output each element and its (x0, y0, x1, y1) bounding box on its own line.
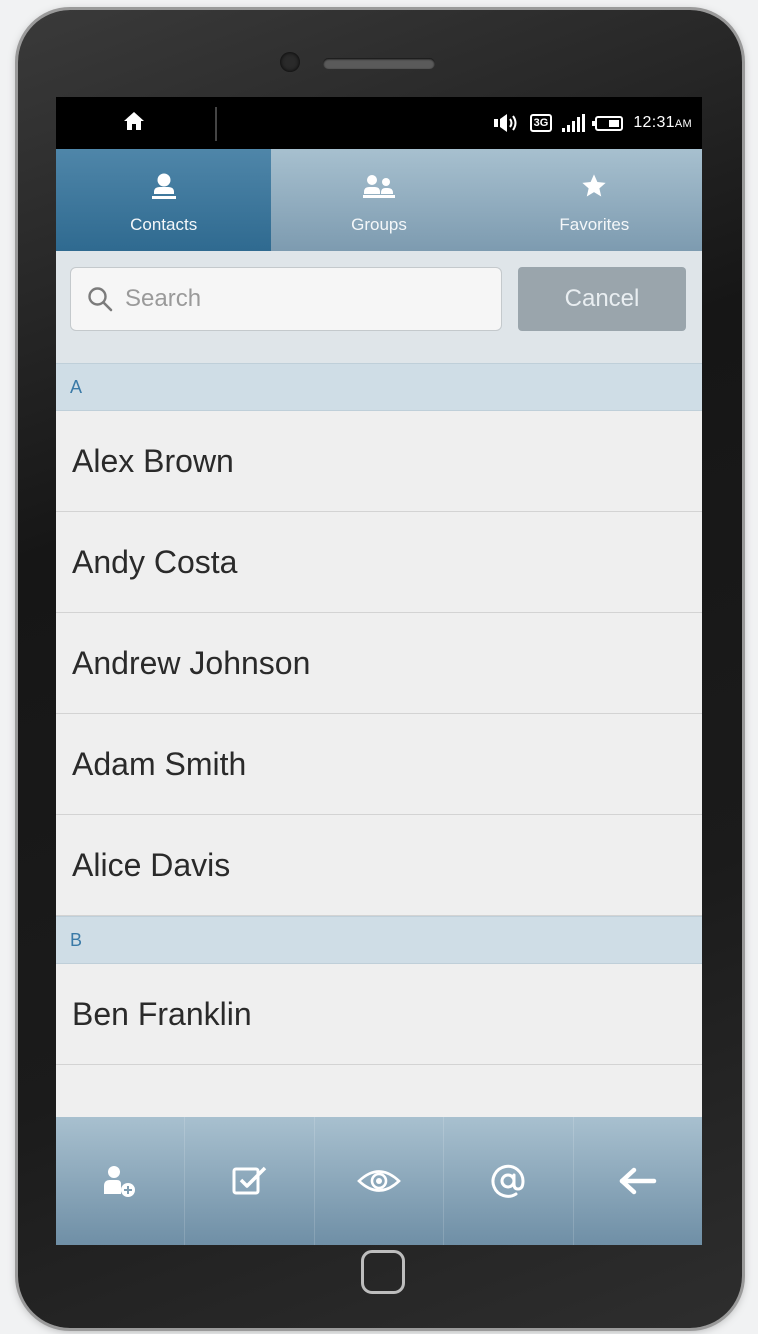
section-header: A (56, 363, 702, 411)
contact-list: A Alex Brown Andy Costa Andrew Johnson A… (56, 363, 702, 1065)
list-item[interactable]: Ben Franklin (56, 964, 702, 1065)
back-button[interactable] (574, 1117, 702, 1245)
tab-label: Groups (351, 215, 407, 234)
section-header: B (56, 916, 702, 964)
tab-bar: Contacts Groups Favorites (56, 149, 702, 251)
add-contact-button[interactable] (56, 1117, 186, 1245)
group-icon (362, 169, 396, 203)
list-item[interactable]: Adam Smith (56, 714, 702, 815)
signal-icon (562, 114, 586, 132)
tab-label: Favorites (559, 215, 630, 234)
status-divider (215, 107, 217, 141)
at-sign-icon (491, 1164, 525, 1198)
search-icon (88, 287, 113, 312)
eye-icon (357, 1170, 401, 1192)
tab-label: Contacts (130, 215, 198, 234)
list-item[interactable]: Andy Costa (56, 512, 702, 613)
bottom-toolbar (56, 1117, 702, 1245)
cancel-button[interactable]: Cancel (518, 267, 686, 331)
list-item[interactable]: Alex Brown (56, 411, 702, 512)
status-bar: 3G 12:31AM (56, 97, 702, 149)
search-field[interactable] (70, 267, 502, 331)
screen: 3G 12:31AM Contacts Groups Favorites Sea… (56, 97, 702, 1245)
list-item[interactable]: Andrew Johnson (56, 613, 702, 714)
add-contact-icon (104, 1166, 136, 1197)
home-icon[interactable] (122, 109, 146, 133)
earpiece-speaker (323, 58, 435, 69)
front-camera (280, 52, 300, 72)
list-item[interactable]: Alice Davis (56, 815, 702, 916)
battery-icon (592, 115, 624, 131)
checkbox-icon (232, 1166, 266, 1195)
back-arrow-icon (619, 1167, 657, 1195)
network-type-badge: 3G (529, 114, 553, 132)
clock: 12:31AM (633, 114, 692, 131)
tab-contacts[interactable]: Contacts (56, 149, 272, 251)
tab-favorites[interactable]: Favorites (487, 149, 702, 251)
phone-frame: 3G 12:31AM Contacts Groups Favorites Sea… (18, 10, 742, 1328)
tab-groups[interactable]: Groups (271, 149, 486, 251)
status-icons: 3G 12:31AM (493, 110, 692, 136)
email-button[interactable] (444, 1117, 574, 1245)
star-icon (577, 169, 611, 203)
search-input[interactable] (123, 284, 487, 314)
hardware-home-button[interactable] (361, 1250, 405, 1294)
volume-icon (493, 114, 517, 132)
search-bar: Cancel (56, 251, 702, 363)
view-button[interactable] (315, 1117, 445, 1245)
person-icon (147, 169, 181, 203)
select-button[interactable] (185, 1117, 315, 1245)
